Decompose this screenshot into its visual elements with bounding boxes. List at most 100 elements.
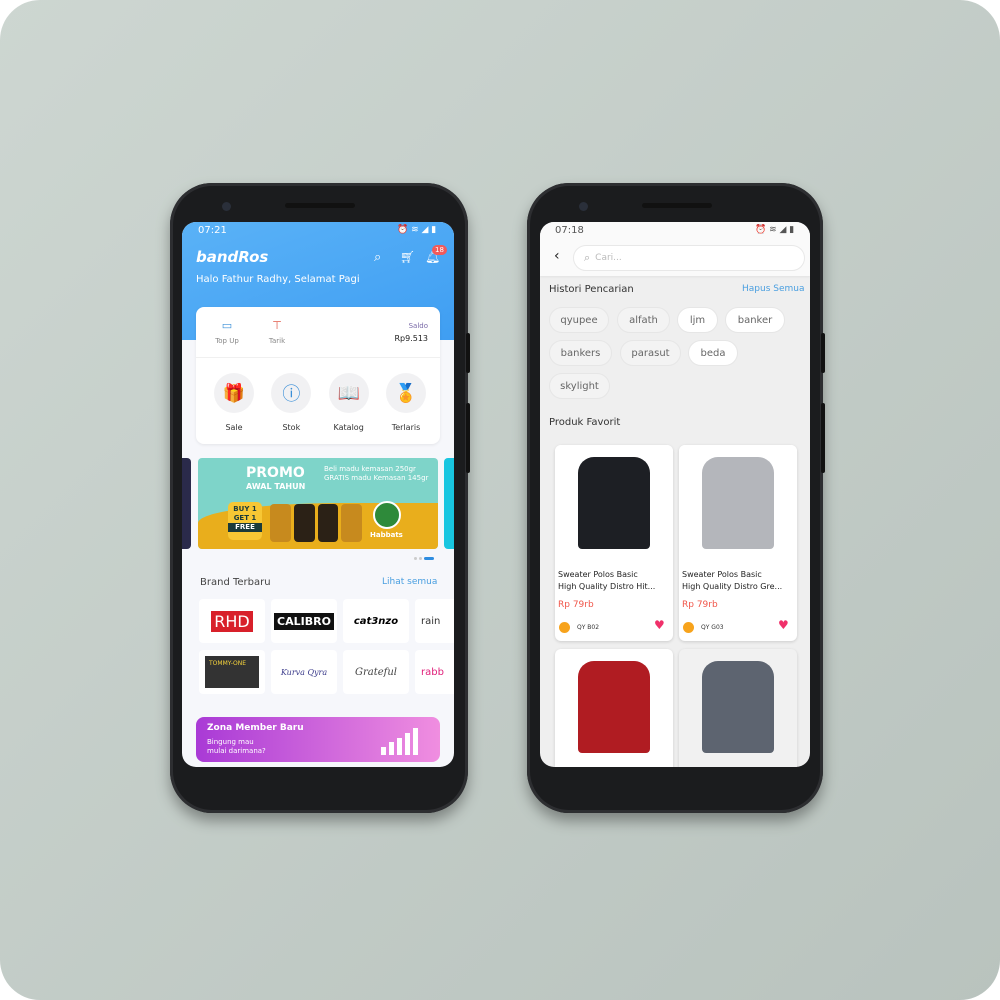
divider: [196, 357, 440, 358]
banner-next[interactable]: [444, 458, 454, 549]
award-icon: 🏅: [385, 373, 426, 413]
clear-history-link[interactable]: Hapus Semua: [742, 284, 805, 294]
banner-prev[interactable]: [182, 458, 191, 549]
history-chip[interactable]: alfath: [617, 307, 670, 333]
tarik-icon: ⊤: [272, 319, 282, 332]
history-chip[interactable]: skylight: [549, 373, 610, 399]
brand-logo: rabb: [421, 666, 444, 678]
menu-label: Sale: [225, 423, 243, 432]
brands-title: Brand Terbaru: [200, 577, 271, 588]
saldo-value: Rp9.513: [394, 334, 428, 343]
history-chip[interactable]: qyupee: [549, 307, 609, 333]
growth-chart-icon: [381, 727, 418, 755]
side-button: [466, 333, 470, 373]
history-chip[interactable]: bankers: [549, 340, 612, 366]
brand-logo: Kurva Qyra: [280, 667, 328, 677]
sweater-charcoal: [702, 661, 774, 753]
product-name: Sweater Polos Basic High Quality Distro H…: [558, 570, 656, 591]
brand-tommy-one[interactable]: TOMMY-ONE: [199, 650, 265, 694]
badge-line: GET 1: [233, 514, 257, 522]
gift-icon: 🎁: [214, 373, 254, 413]
home-screen: 07:21 ⏰ ≋ ◢ ▮ bandRos ⌕ 🛒︎ 🔔︎ 18 Halo Fa…: [182, 222, 454, 767]
sweater-red: [578, 661, 650, 753]
saldo-label: Saldo: [408, 322, 428, 330]
history-chip[interactable]: banker: [725, 307, 785, 333]
app-logo: bandRos: [196, 248, 269, 266]
search-placeholder: Cari...: [595, 253, 622, 263]
favorite-heart-icon[interactable]: ♥: [778, 618, 789, 632]
search-screen: 07:18 ⏰ ≋ ◢ ▮ ‹ ⌕ Cari... Histori Pencar…: [540, 222, 810, 767]
search-input[interactable]: ⌕ Cari...: [573, 245, 805, 271]
topup-button[interactable]: ▭ Top Up: [210, 319, 244, 345]
product-card[interactable]: [679, 649, 797, 767]
brand-kurva[interactable]: Kurva Qyra: [271, 650, 337, 694]
brand-rain[interactable]: rain: [415, 599, 454, 643]
notification-badge: 18: [432, 245, 447, 255]
menu-label: Terlaris: [391, 423, 421, 432]
product-card[interactable]: [555, 649, 673, 767]
history-chip[interactable]: beda: [688, 340, 738, 366]
honey-jars: [270, 504, 362, 542]
status-icons: ⏰ ≋ ◢ ▮: [755, 225, 795, 235]
tarik-button[interactable]: ⊤ Tarik: [260, 319, 294, 345]
status-icons: ⏰ ≋ ◢ ▮: [397, 225, 437, 235]
menu-label: Stok: [282, 423, 301, 432]
history-chip[interactable]: ljm: [677, 307, 718, 333]
cart-icon[interactable]: 🛒︎: [400, 250, 415, 264]
greeting: Halo Fathur Radhy, Selamat Pagi: [196, 274, 360, 285]
promo-banner[interactable]: PROMO AWAL TAHUN Beli madu kemasan 250gr…: [198, 458, 438, 549]
badge-line: BUY 1: [233, 505, 257, 513]
badge-line: FREE: [228, 523, 262, 532]
brand-logo: rain: [421, 615, 441, 627]
product-price: Rp 79rb: [558, 600, 594, 610]
menu-sale[interactable]: 🎁 Sale: [214, 373, 254, 432]
brand-logo: cat3nzo: [353, 615, 399, 627]
banner-text: Beli madu kemasan 250gr GRATIS madu Kema…: [324, 465, 429, 482]
favorites-title: Produk Favorit: [549, 417, 621, 428]
brand-rabb[interactable]: rabb: [415, 650, 454, 694]
search-icon: ⌕: [584, 251, 591, 264]
carousel-dots: [414, 557, 434, 560]
volume-button: [466, 403, 470, 473]
brand-grateful[interactable]: Grateful: [343, 650, 409, 694]
book-icon: 📖: [328, 373, 369, 413]
favorite-heart-icon[interactable]: ♥: [654, 618, 665, 632]
member-banner[interactable]: Zona Member Baru Bingung mau mulai darim…: [196, 717, 440, 762]
brand-logo: TOMMY-ONE: [205, 656, 259, 688]
member-title: Zona Member Baru: [207, 723, 304, 733]
seller-name: QY G03: [701, 624, 724, 631]
search-icon[interactable]: ⌕: [374, 250, 381, 265]
sweater-black: [578, 457, 650, 549]
brands-link[interactable]: Lihat semua: [382, 577, 437, 587]
tarik-label: Tarik: [268, 337, 286, 345]
product-image: [555, 445, 673, 563]
brand-rhd[interactable]: RHD: [199, 599, 265, 643]
product-card[interactable]: Sweater Polos Basic High Quality Distro G…: [679, 445, 797, 641]
seller-avatar: [683, 622, 694, 633]
brand-calibro[interactable]: CALIBRO: [271, 599, 337, 643]
brand-logo: RHD: [211, 610, 253, 632]
status-time: 07:18: [555, 225, 584, 236]
side-button: [821, 333, 825, 373]
product-price: Rp 79rb: [682, 600, 718, 610]
topup-icon: ▭: [221, 319, 233, 332]
back-icon[interactable]: ‹: [554, 248, 560, 264]
member-text1: Bingung mau: [207, 738, 254, 746]
camera: [579, 202, 588, 211]
menu-katalog[interactable]: 📖 Katalog: [328, 373, 369, 432]
product-name: Sweater Polos Basic High Quality Distro G…: [682, 570, 783, 591]
menu-row: 🎁 Sale ⓘ Stok 📖 Katalog 🏅 Terlaris: [214, 373, 426, 432]
brand-catenzo[interactable]: cat3nzo: [343, 599, 409, 643]
history-chip[interactable]: parasut: [620, 340, 681, 366]
menu-stok[interactable]: ⓘ Stok: [271, 373, 312, 432]
product-card[interactable]: Sweater Polos Basic High Quality Distro H…: [555, 445, 673, 641]
menu-label: Katalog: [333, 423, 364, 432]
banner-badge: BUY 1 GET 1 FREE: [228, 502, 262, 540]
speaker: [642, 203, 712, 208]
banner-subtitle: AWAL TAHUN: [246, 482, 306, 491]
phone-home: 07:21 ⏰ ≋ ◢ ▮ bandRos ⌕ 🛒︎ 🔔︎ 18 Halo Fa…: [170, 183, 470, 813]
background: 07:21 ⏰ ≋ ◢ ▮ bandRos ⌕ 🛒︎ 🔔︎ 18 Halo Fa…: [0, 0, 1000, 1000]
wallet-card: ▭ Top Up ⊤ Tarik Saldo Rp9.513 🎁 Sale ⓘ St…: [196, 307, 440, 444]
menu-terlaris[interactable]: 🏅 Terlaris: [385, 373, 426, 432]
banner-title: PROMO: [246, 465, 305, 481]
